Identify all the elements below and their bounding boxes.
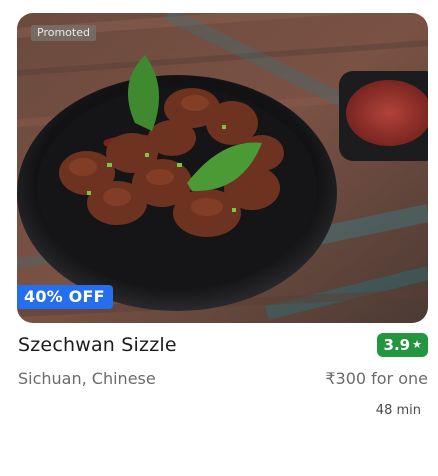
rating-value: 3.9 (383, 336, 411, 354)
promoted-badge: Promoted (31, 25, 96, 41)
rating-badge: 3.9 ★ (376, 333, 428, 357)
restaurant-card[interactable]: Promoted 40% OFF Szechwan Sizzle 3.9 ★ S… (0, 0, 438, 476)
dish-photo (17, 13, 428, 323)
dish-image[interactable]: Promoted 40% OFF (17, 13, 428, 323)
star-icon: ★ (412, 338, 422, 351)
cuisine-label: Sichuan, Chinese (18, 369, 156, 388)
price-label: ₹300 for one (325, 369, 428, 388)
delivery-time: 48 min (375, 403, 421, 418)
discount-badge: 40% OFF (17, 285, 113, 309)
restaurant-name[interactable]: Szechwan Sizzle (18, 334, 177, 356)
